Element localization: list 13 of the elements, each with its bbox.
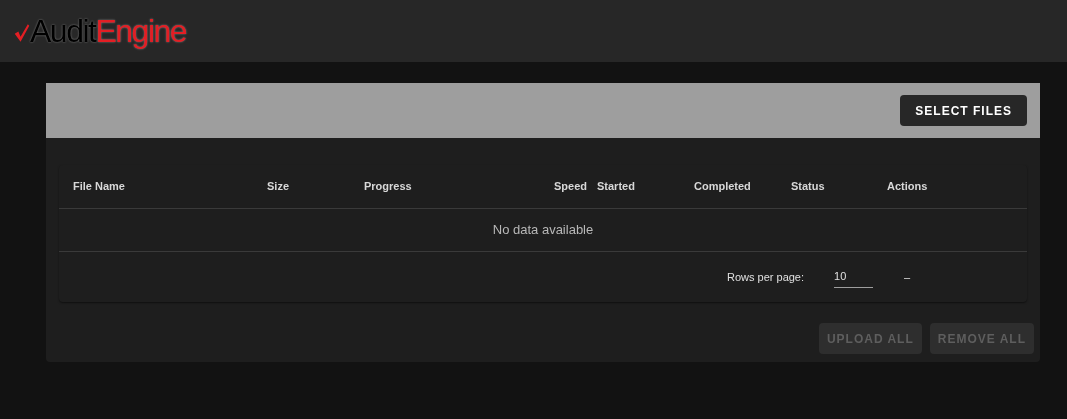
- column-header[interactable]: Actions: [887, 178, 1027, 195]
- column-header[interactable]: Started: [597, 178, 694, 195]
- select-files-button[interactable]: SELECT FILES: [900, 95, 1027, 126]
- rows-per-page-select[interactable]: 10: [834, 266, 874, 288]
- empty-message: No data available: [492, 221, 594, 240]
- page-range: –: [904, 269, 911, 285]
- column-header[interactable]: Completed: [694, 178, 791, 195]
- column-header[interactable]: Status: [791, 178, 887, 195]
- column-header[interactable]: Progress: [364, 178, 504, 195]
- rows-per-page-label: Rows per page:: [727, 269, 805, 285]
- column-header[interactable]: Speed: [504, 178, 597, 195]
- column-header[interactable]: Size: [267, 178, 364, 195]
- column-header[interactable]: File Name: [73, 178, 267, 195]
